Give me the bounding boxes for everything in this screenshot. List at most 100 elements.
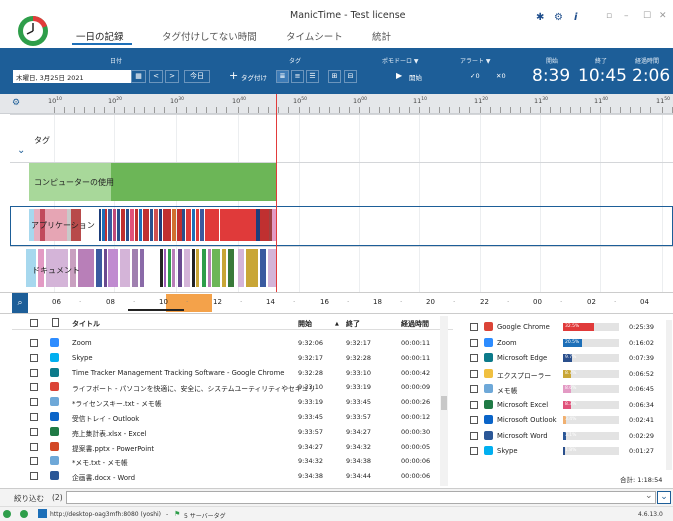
list-detail-icon[interactable]: ☰ [306,70,319,83]
scrollbar-thumb[interactable] [441,396,447,410]
application-segment[interactable] [200,209,204,241]
header-title[interactable]: タイトル [72,319,100,329]
document-segment[interactable] [78,249,94,287]
day-overview-bar[interactable]: ⌕ 06 · 08 · 10 · 12 · 14 · 16 · 18 · 20 · 22 · 00 · 02 · 04 [0,292,673,314]
document-segment[interactable] [140,249,144,287]
summary-row[interactable]: Microsoft Excel 8.3% 0:06:34 [458,398,668,412]
timeline-settings-icon[interactable]: ⚙ [12,98,20,108]
document-segment[interactable] [268,249,276,287]
row-checkbox[interactable] [30,413,38,421]
filter-history-dropdown[interactable]: ⌄ [645,491,653,501]
application-segment[interactable] [186,209,191,241]
document-segment[interactable] [246,249,258,287]
table-row[interactable]: ライフボート - パソコンを快適に、安全に、システムユーティリティやセキュリ 9:… [12,380,453,394]
pomodoro-start-button[interactable]: 開始 [409,72,422,82]
row-checkbox[interactable] [30,457,38,466]
pomodoro-section-label[interactable]: ポモドーロ ▼ [382,56,419,65]
summary-row[interactable]: Microsoft Word 3.1% 0:02:29 [458,429,668,443]
document-segment[interactable] [108,249,118,287]
summary-row[interactable]: Google Chrome 32.5% 0:25:39 [458,320,668,334]
today-button[interactable]: 今日 [184,70,210,83]
select-all-checkbox[interactable] [30,319,38,327]
server-address[interactable]: http://desktop-oag3mfh:8080 (yoshi) [50,511,161,518]
tag-merge-icon[interactable]: ⊞ [328,70,341,83]
row-checkbox[interactable] [30,427,38,436]
layout-icon[interactable]: ▫ [606,11,612,21]
list-view-icon[interactable]: ≣ [276,70,289,83]
summary-scrollbar[interactable] [666,320,672,470]
summary-row[interactable]: メモ帳 8.6% 0:06:45 [458,382,668,396]
summary-row-checkbox[interactable] [470,416,478,424]
summary-row-checkbox[interactable] [470,431,478,440]
table-row[interactable]: Skype 9:32:17 9:32:28 00:00:11 [12,351,453,365]
tab-timesheet[interactable]: タイムシート [286,29,343,43]
alert-section-label[interactable]: アラート ▼ [460,56,491,65]
document-segment[interactable] [192,249,195,287]
date-picker-field[interactable]: 木曜日, 3月25日 2021 [13,70,131,83]
add-tag-icon[interactable]: + [229,69,238,82]
search-icon[interactable]: ⌕ [12,293,28,313]
row-checkbox[interactable] [30,398,38,407]
document-segment[interactable] [184,249,190,287]
document-segment[interactable] [212,249,220,287]
row-checkbox[interactable] [30,339,38,347]
application-segment[interactable] [260,209,269,241]
row-checkbox[interactable] [30,383,38,392]
summary-row[interactable]: Microsoft Edge 9.7% 0:07:39 [458,351,668,365]
table-row[interactable]: *メモ.txt - メモ帳 9:34:32 9:34:38 00:00:06 [12,454,453,468]
summary-row[interactable]: Skype 1.8% 0:01:27 [458,444,668,458]
application-segment[interactable] [143,209,149,241]
computer-usage-active-segment[interactable] [111,163,276,201]
tab-daily-log[interactable]: 一日の記録 [76,29,124,43]
application-segment[interactable] [163,209,171,241]
chevron-down-icon[interactable]: ⌄ [17,145,25,156]
table-row[interactable]: 提案書.pptx - PowerPoint 9:34:27 9:34:32 00:00… [12,440,453,454]
filter-input[interactable] [66,491,656,504]
document-segment[interactable] [104,249,107,287]
document-segment[interactable] [132,249,138,287]
row-checkbox[interactable] [30,353,38,362]
application-segment[interactable] [105,209,107,241]
list-compact-icon[interactable]: ≡ [291,70,304,83]
document-segment[interactable] [160,249,163,287]
maximize-icon[interactable]: ☐ [643,11,651,21]
row-checkbox[interactable] [30,442,38,451]
document-segment[interactable] [178,249,182,287]
application-segment[interactable] [182,209,185,241]
gear-icon[interactable]: ⚙ [554,12,563,23]
sort-ascending-icon[interactable]: ▲ [335,321,339,327]
close-icon[interactable]: ✕ [659,11,667,21]
table-row[interactable]: 企画書.docx - Word 9:34:38 9:34:44 00:00:06 [12,469,453,483]
pin-icon[interactable]: ✱ [536,12,544,23]
filter-expand-button[interactable]: ⌄ [657,491,671,504]
document-segment[interactable] [208,249,211,287]
summary-row[interactable]: Zoom 20.5% 0:16:02 [458,336,668,350]
application-segment[interactable] [130,209,134,241]
summary-row-checkbox[interactable] [470,354,478,362]
summary-row-checkbox[interactable] [470,369,478,378]
server-tag-count[interactable]: 5 サーバータグ [184,511,226,520]
application-segment[interactable] [154,209,158,241]
row-checkbox[interactable] [30,368,38,377]
document-segment[interactable] [222,249,226,287]
tab-untagged-time[interactable]: タグ付けしてない時間 [162,29,257,43]
application-segment[interactable] [135,209,138,241]
previous-day-button[interactable]: < [149,70,163,83]
header-duration[interactable]: 経過時間 [401,319,429,329]
play-icon[interactable]: ▶ [396,71,402,80]
document-segment[interactable] [120,249,130,287]
application-segment[interactable] [126,209,129,241]
application-segment[interactable] [220,209,256,241]
table-row[interactable]: 売上集計表.xlsx - Excel 9:33:57 9:34:27 00:00:30 [12,425,453,439]
summary-row-checkbox[interactable] [470,385,478,393]
row-checkbox[interactable] [30,472,38,481]
table-row[interactable]: Zoom 9:32:06 9:32:17 00:00:11 [12,336,453,350]
summary-row-checkbox[interactable] [470,400,478,409]
document-segment[interactable] [168,249,171,287]
summary-row-checkbox[interactable] [470,338,478,347]
tag-button[interactable]: タグ付け [241,72,267,82]
application-segment[interactable] [196,209,199,241]
document-segment[interactable] [164,249,166,287]
table-row[interactable]: 受信トレイ - Outlook 9:33:45 9:33:57 00:00:12 [12,410,453,424]
application-segment[interactable] [108,209,112,241]
